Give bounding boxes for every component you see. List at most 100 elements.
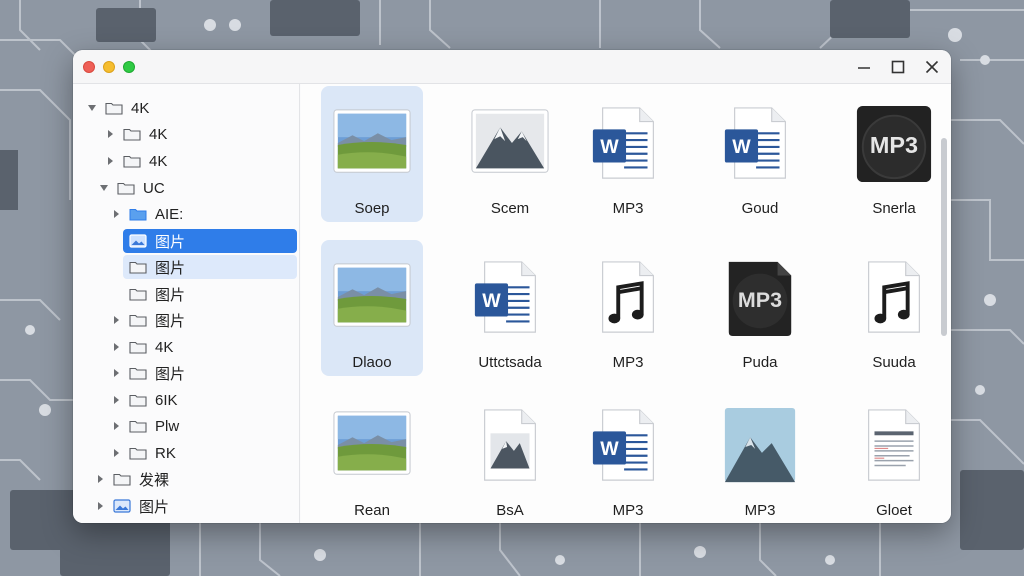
file-name: MP3 <box>612 354 644 371</box>
file-tile[interactable]: BsA <box>459 388 561 523</box>
mp3-file-icon: MP3 <box>728 261 792 337</box>
chevron-down-icon[interactable] <box>97 181 111 195</box>
sidebar-item[interactable]: 图片 <box>123 255 297 279</box>
sidebar-item[interactable]: 图片 <box>109 361 185 385</box>
sidebar-item[interactable]: Plw <box>109 414 179 438</box>
svg-text:MP3: MP3 <box>870 132 918 158</box>
file-tile[interactable]: W Goud <box>709 86 811 222</box>
folder-icon <box>113 473 131 486</box>
file-name: Dlaoo <box>352 354 392 371</box>
file-tile[interactable]: W MP3 <box>577 86 679 222</box>
file-name: Rean <box>354 502 390 519</box>
sidebar-item-label: AIE: <box>155 205 184 223</box>
file-name: Uttctsada <box>478 354 542 371</box>
sidebar-item[interactable]: 4K <box>103 149 167 173</box>
mp3-badge-icon: MP3 <box>856 105 932 183</box>
folder-icon <box>123 155 141 168</box>
sidebar-item-label: RK <box>155 444 176 462</box>
file-tile[interactable]: Gloet <box>843 388 945 523</box>
landscape-photo-icon <box>333 411 411 475</box>
sidebar-item[interactable]: AIE: <box>109 202 183 226</box>
sidebar-item[interactable]: 图片 <box>93 494 169 518</box>
file-tile[interactable]: W MP3 <box>577 388 679 523</box>
word-document-icon: W <box>724 107 786 179</box>
folder-icon <box>129 261 147 274</box>
folder-icon <box>129 288 147 301</box>
file-name: Scem <box>490 200 530 217</box>
chevron-right-icon[interactable] <box>109 446 123 460</box>
sidebar-item-label: 图片 <box>139 498 170 516</box>
file-tile[interactable]: W Uttctsada <box>459 240 561 376</box>
file-name: MP3 <box>612 200 644 217</box>
landscape-photo-icon <box>333 109 411 173</box>
close-icon[interactable] <box>923 58 941 76</box>
file-name: Suuda <box>872 354 916 371</box>
zoom-traffic-light[interactable] <box>123 61 135 73</box>
sidebar-item[interactable]: 图片 <box>129 282 185 306</box>
sidebar-item[interactable]: 4K <box>109 335 173 359</box>
sidebar-item[interactable]: UC <box>97 176 165 200</box>
chevron-right-icon[interactable] <box>93 472 107 486</box>
sidebar-item[interactable]: 图片 <box>109 308 185 332</box>
svg-text:W: W <box>482 290 501 312</box>
sidebar-item-label: 4K <box>131 99 150 117</box>
file-tile[interactable]: Scem <box>459 86 561 222</box>
folder-icon <box>129 394 147 407</box>
sidebar-item-label: 图片 <box>155 365 186 383</box>
chevron-right-icon[interactable] <box>109 419 123 433</box>
text-document-icon <box>868 409 920 481</box>
sidebar-item[interactable]: 4K <box>85 96 149 120</box>
chevron-right-icon[interactable] <box>109 207 123 221</box>
file-tile[interactable]: MP3 Snerla <box>843 86 945 222</box>
sidebar-item-label: 发裸 <box>139 471 170 489</box>
title-bar <box>73 50 951 84</box>
sidebar-item-label: 图片 <box>155 233 186 251</box>
sidebar-item-label: 图片 <box>155 259 186 277</box>
sidebar-item-label: 4K <box>149 125 168 143</box>
folder-icon <box>129 314 147 327</box>
maximize-icon[interactable] <box>889 58 907 76</box>
chevron-right-icon[interactable] <box>109 340 123 354</box>
chevron-right-icon[interactable] <box>103 127 117 141</box>
file-name: Soep <box>354 200 390 217</box>
chevron-right-icon[interactable] <box>109 393 123 407</box>
sidebar-item-label: 图片 <box>155 286 186 304</box>
file-tile[interactable]: Suuda <box>843 240 945 376</box>
chevron-right-icon[interactable] <box>93 499 107 513</box>
minimize-traffic-light[interactable] <box>103 61 115 73</box>
file-name: Puda <box>742 354 778 371</box>
sidebar-item[interactable]: 4K <box>103 122 167 146</box>
sidebar-item-label: 图片 <box>155 312 186 330</box>
folder-icon <box>117 182 135 195</box>
folder-icon <box>129 367 147 380</box>
sidebar-item[interactable]: 发裸 <box>93 467 169 491</box>
file-tile[interactable]: Rean <box>321 388 423 523</box>
sidebar-item-label: UC <box>143 179 165 197</box>
word-document-icon: W <box>592 107 654 179</box>
file-tile[interactable]: MP3 <box>709 388 811 523</box>
folder-blue-icon <box>129 209 147 221</box>
file-tile[interactable]: Dlaoo <box>321 240 423 376</box>
mountain-file-icon <box>484 409 536 481</box>
sidebar-item[interactable]: 6IK <box>109 388 178 412</box>
folder-icon <box>123 128 141 141</box>
chevron-down-icon[interactable] <box>85 101 99 115</box>
word-document-icon: W <box>474 261 536 333</box>
landscape-photo-icon <box>333 263 411 327</box>
word-document-icon: W <box>592 409 654 481</box>
file-tile[interactable]: MP3 <box>577 240 679 376</box>
close-traffic-light[interactable] <box>83 61 95 73</box>
chevron-right-icon[interactable] <box>103 154 117 168</box>
image-folder-icon <box>113 499 131 513</box>
chevron-right-icon[interactable] <box>109 366 123 380</box>
chevron-right-icon[interactable] <box>109 313 123 327</box>
image-folder-icon <box>129 234 147 248</box>
music-file-icon <box>602 261 654 333</box>
sidebar-item[interactable]: RK <box>109 441 176 465</box>
file-tile[interactable]: Soep <box>321 86 423 222</box>
minimize-icon[interactable] <box>855 58 873 76</box>
file-tile[interactable]: MP3 Puda <box>709 240 811 376</box>
sidebar-item[interactable]: 图片 <box>123 229 297 253</box>
sidebar-item-label: 6IK <box>155 391 178 409</box>
file-name: MP3 <box>744 502 776 519</box>
